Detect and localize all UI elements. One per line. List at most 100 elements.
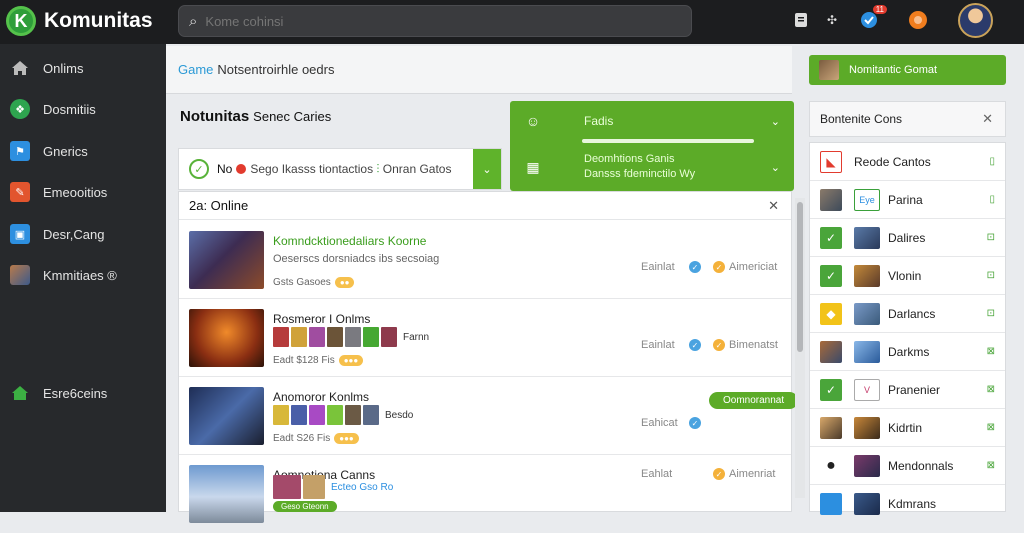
list-item-title[interactable]: Komndcktionedaliars Koorne — [273, 234, 426, 248]
list-item[interactable]: ✓ V Pranenier ⊠ — [810, 371, 1005, 409]
list-item[interactable]: ✓ Vlonin ⊡ — [810, 257, 1005, 295]
list-item[interactable]: Darkms ⊠ — [810, 333, 1005, 371]
list-item[interactable]: Kidrtin ⊠ — [810, 409, 1005, 447]
list-item-meta-text: Geso Gteonn — [273, 501, 337, 512]
search-input[interactable] — [205, 13, 646, 29]
member-avatar — [303, 475, 325, 499]
game-icon — [820, 189, 842, 211]
game-icon — [820, 417, 842, 439]
shield-icon: ❖ — [10, 99, 30, 119]
action-icon[interactable]: ▯ — [989, 156, 995, 167]
list-item-title[interactable]: Anomoror Konlms — [273, 390, 369, 404]
sidebar-item-house[interactable]: Esre6ceins — [10, 381, 107, 405]
game-logo-icon: Eye — [854, 189, 880, 211]
sidebar-item-flag[interactable]: ⚑ Gnerics — [10, 139, 88, 163]
action-icon[interactable]: ⊠ — [987, 460, 995, 471]
document-icon[interactable] — [791, 10, 811, 30]
list-item[interactable]: ● Mendonnals ⊠ — [810, 447, 1005, 485]
list-item[interactable]: Kdmrans — [810, 485, 1005, 523]
green-panel-row-1[interactable]: ☺ Fadis ⌄ — [510, 101, 794, 141]
action-icon[interactable]: ⊡ — [987, 270, 995, 281]
member-avatar — [327, 405, 343, 425]
coin-icon[interactable] — [908, 10, 928, 30]
sidebar-item-home[interactable]: Onlims — [10, 56, 83, 80]
list-item[interactable]: ◆ Darlancs ⊡ — [810, 295, 1005, 333]
join-button[interactable]: Oomnorannat — [709, 392, 799, 409]
action-icon[interactable]: ⊠ — [987, 422, 995, 433]
list-item-meta-text: Eadt S26 Fis — [273, 433, 331, 444]
list-item-label: Kdmrans — [888, 497, 937, 511]
game-thumbnail — [189, 309, 264, 367]
list-scrollbar[interactable] — [795, 198, 805, 498]
community-button-label: Nomitantic Gomat — [849, 64, 938, 76]
list-item[interactable]: Aomnetiona Canns Ecteo Gso Ro Geso Gteon… — [179, 455, 791, 533]
share-icon[interactable]: ✣ — [822, 10, 842, 30]
sidebar-item-label: Kmmitiaes ® — [43, 267, 117, 283]
action-icon[interactable]: ▯ — [989, 194, 995, 205]
notifications-icon[interactable]: 11 — [859, 5, 887, 30]
right-list: ◣ Reode Cantos ▯ Eye Parina ▯ ✓ Dalires … — [809, 142, 1006, 515]
member-avatar — [381, 327, 397, 347]
community-avatar — [819, 60, 839, 80]
list-item-label: Reode Cantos — [854, 155, 931, 169]
list-item-meta: Eadt $128 Fis ●●● — [273, 355, 364, 366]
close-icon[interactable]: ✕ — [768, 198, 779, 214]
list-item-label: Mendonnals — [888, 459, 954, 473]
member-avatars: Farnn — [273, 327, 429, 347]
list-item-title[interactable]: Rosmeror I Onlms — [273, 312, 370, 326]
action-icon[interactable]: ⊡ — [987, 308, 995, 319]
list-item[interactable]: Eye Parina ▯ — [810, 181, 1005, 219]
list-item-meta: Geso Gteonn — [273, 501, 337, 512]
sidebar-item-label: Desr,Cang — [43, 226, 105, 242]
chat-icon: ☺ — [525, 113, 541, 129]
list-item-meta-text: Gsts Gasoes — [273, 277, 331, 288]
action-icon[interactable]: ⊠ — [987, 346, 995, 357]
list-item[interactable]: ✓ Dalires ⊡ — [810, 219, 1005, 257]
list-item[interactable]: ◣ Reode Cantos ▯ — [810, 143, 1005, 181]
list-item-status: Eahlat — [641, 468, 673, 480]
page-title-text: Notunitas — [180, 108, 250, 125]
window-icon: ▣ — [10, 224, 30, 244]
sidebar-item-shield[interactable]: ❖ Dosmitiis — [10, 97, 96, 121]
member-avatar — [273, 405, 289, 425]
game-icon — [854, 227, 880, 249]
list-item[interactable]: Rosmeror I Onlms Farnn Eadt $128 Fis ●●● … — [179, 299, 791, 377]
list-item[interactable]: Anomoror Konlms Besdo Eadt S26 Fis ●●● Ea… — [179, 377, 791, 455]
app-logo[interactable]: K Komunitas — [6, 6, 153, 36]
sidebar: Onlims ❖ Dosmitiis ⚑ Gnerics ✎ Emeooitio… — [0, 44, 166, 512]
game-icon — [854, 303, 880, 325]
list-item-status: Eahicat — [641, 417, 678, 429]
close-icon[interactable]: ✕ — [982, 111, 993, 127]
filter-main: Sego Ikasss tiontactios — [250, 161, 374, 176]
user-avatar[interactable] — [958, 3, 993, 38]
sidebar-item-label: Dosmitiis — [43, 101, 96, 117]
sidebar-item-user[interactable]: Kmmitiaes ® — [10, 263, 117, 287]
filter-dropdown-button[interactable]: ⌄ — [473, 149, 501, 189]
green-panel: ☺ Fadis ⌄ ▦ Deomhtions Ganis Dansss fdem… — [510, 101, 794, 191]
game-thumbnail — [189, 231, 264, 289]
list-item[interactable]: Komndcktionedaliars Koorne Oeserscs dors… — [179, 221, 791, 299]
search-bar[interactable]: ⌕ — [178, 5, 692, 37]
coin-icon: ●●● — [338, 355, 364, 366]
check-icon: ✓ — [820, 265, 842, 287]
right-panel-title: Bontenite Cons — [820, 112, 903, 126]
house-icon — [10, 383, 30, 403]
sidebar-item-tag[interactable]: ✎ Emeooitios — [10, 180, 107, 204]
green-panel-row-2[interactable]: ▦ Deomhtions Ganis Dansss fdeminctilo Wy… — [510, 147, 794, 187]
sidebar-item-window[interactable]: ▣ Desr,Cang — [10, 222, 104, 246]
action-icon[interactable]: ⊡ — [987, 232, 995, 243]
scrollbar-thumb[interactable] — [797, 202, 803, 352]
member-avatars: Besdo — [273, 405, 413, 425]
badge-icon: ✓ — [713, 339, 725, 351]
badge-icon: ✓ — [713, 468, 725, 480]
game-icon — [854, 265, 880, 287]
list-item-label: Parina — [888, 193, 923, 207]
game-icon: ◣ — [820, 151, 842, 173]
game-icon — [854, 417, 880, 439]
list-item-right-text: Aimenriat — [729, 468, 776, 480]
breadcrumb-link[interactable]: Game — [178, 62, 213, 77]
chevron-down-icon: ⌄ — [770, 115, 780, 128]
action-icon[interactable]: ⊠ — [987, 384, 995, 395]
community-button[interactable]: Nomitantic Gomat — [809, 55, 1006, 85]
filter-bar[interactable]: ✓ No Sego Ikasss tiontactios ⫶ Onran Gato… — [178, 148, 502, 190]
